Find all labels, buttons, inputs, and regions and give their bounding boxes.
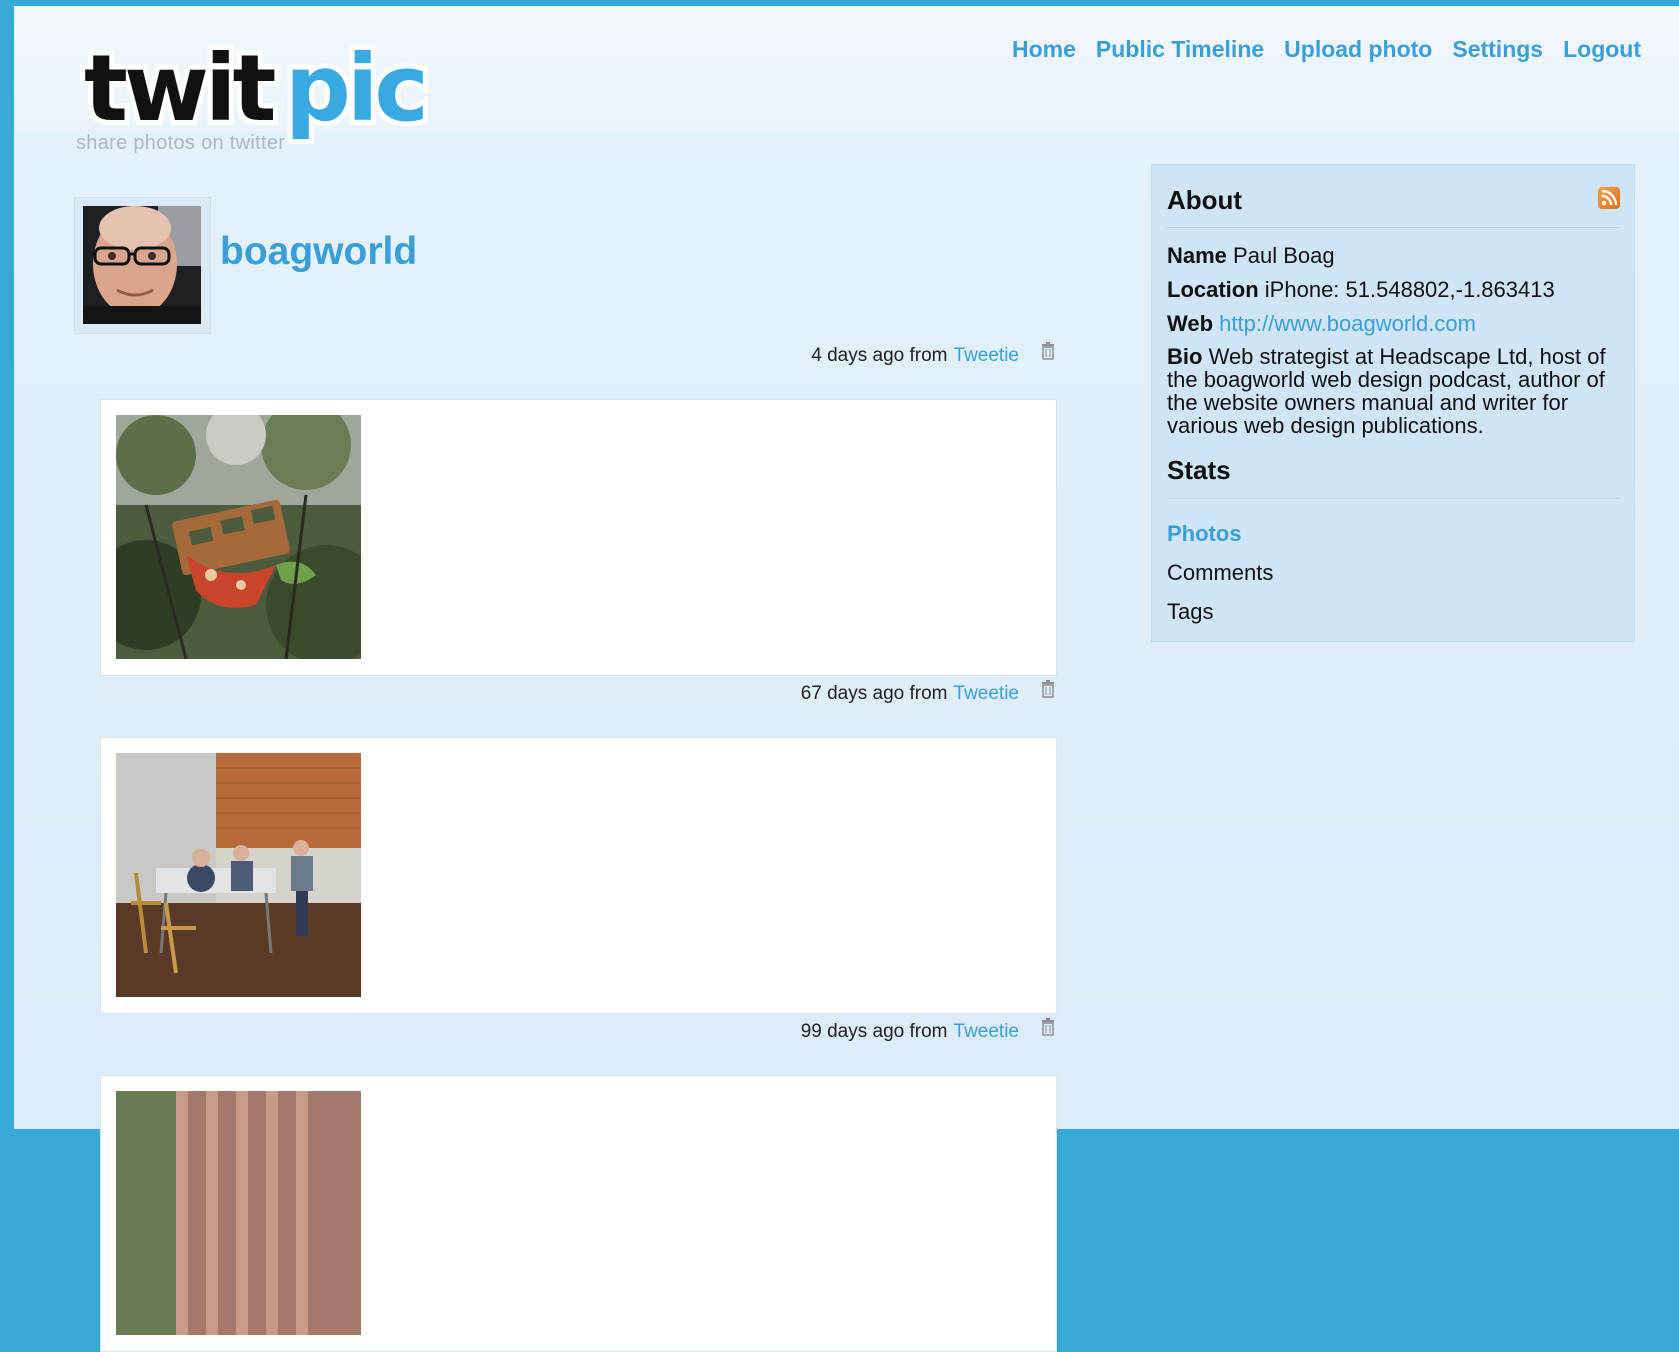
divider (1167, 227, 1619, 228)
location-row: Location iPhone: 51.548802,-1.863413 (1167, 277, 1555, 303)
profile-username[interactable]: boagworld (220, 230, 417, 274)
bio-value: Web strategist at Headscape Ltd, host of… (1167, 344, 1606, 438)
photo-post (100, 1075, 1057, 1352)
bio-label: Bio (1167, 344, 1203, 369)
rss-icon[interactable] (1598, 187, 1620, 209)
avatar[interactable] (83, 206, 201, 324)
post-source-link[interactable]: Tweetie (954, 683, 1019, 705)
logo-text-twit: twit (84, 35, 275, 142)
post-meta: 67 days ago from Tweetie (800, 680, 1055, 705)
divider (1167, 498, 1619, 499)
photo-thumbnail[interactable] (116, 415, 361, 659)
trash-icon[interactable] (1041, 680, 1055, 698)
about-heading: About (1167, 185, 1243, 215)
bio-row: Bio Web strategist at Headscape Ltd, hos… (1167, 345, 1607, 437)
avatar-frame (74, 197, 211, 334)
web-row: Web http://www.boagworld.com (1167, 311, 1476, 337)
post-meta-row: 99 days ago from Tweetie (100, 1018, 1055, 1051)
post-source-link[interactable]: Tweetie (954, 345, 1019, 367)
name-row: Name Paul Boag (1167, 243, 1335, 269)
post-meta: 99 days ago from Tweetie (800, 1018, 1055, 1043)
photo-thumbnail[interactable] (116, 1091, 361, 1335)
stats-heading: Stats (1167, 455, 1231, 485)
post-meta-row: 67 days ago from Tweetie (100, 680, 1055, 713)
nav-settings[interactable]: Settings (1452, 36, 1543, 63)
stats-photos-link[interactable]: Photos (1167, 521, 1242, 547)
location-label: Location (1167, 277, 1259, 302)
web-link[interactable]: http://www.boagworld.com (1219, 311, 1476, 336)
post-source-link[interactable]: Tweetie (954, 1021, 1019, 1043)
stats-tags-link[interactable]: Tags (1167, 599, 1213, 625)
trash-icon[interactable] (1041, 342, 1055, 360)
location-value: iPhone: 51.548802,-1.863413 (1264, 277, 1555, 302)
tagline: share photos on twitter (76, 132, 286, 154)
post-meta: 4 days ago from Tweetie (811, 342, 1055, 367)
web-label: Web (1167, 311, 1214, 336)
nav-upload-photo[interactable]: Upload photo (1284, 36, 1432, 63)
about-sidebar: About Name Paul Boag Location iPhone: 51… (1151, 164, 1635, 642)
post-meta-row: 4 days ago from Tweetie (100, 342, 1055, 375)
logo-text-pic: pic (285, 35, 425, 142)
page-frame: twit pic share photos on twitter Home Pu… (14, 6, 1679, 1352)
name-label: Name (1167, 243, 1227, 268)
avatar-image (83, 206, 201, 324)
trash-icon[interactable] (1041, 1018, 1055, 1036)
post-time: 4 days ago from (811, 345, 948, 366)
photo-post (100, 737, 1057, 1014)
post-time: 67 days ago from (800, 683, 948, 704)
nav-home[interactable]: Home (1012, 36, 1076, 63)
name-value: Paul Boag (1233, 243, 1335, 268)
photo-thumbnail[interactable] (116, 753, 361, 997)
nav-logout[interactable]: Logout (1563, 36, 1641, 63)
top-nav: Home Public Timeline Upload photo Settin… (1012, 36, 1641, 63)
stats-comments-link[interactable]: Comments (1167, 560, 1273, 586)
photo-post (100, 399, 1057, 676)
nav-public-timeline[interactable]: Public Timeline (1096, 36, 1264, 63)
post-time: 99 days ago from (800, 1021, 948, 1042)
